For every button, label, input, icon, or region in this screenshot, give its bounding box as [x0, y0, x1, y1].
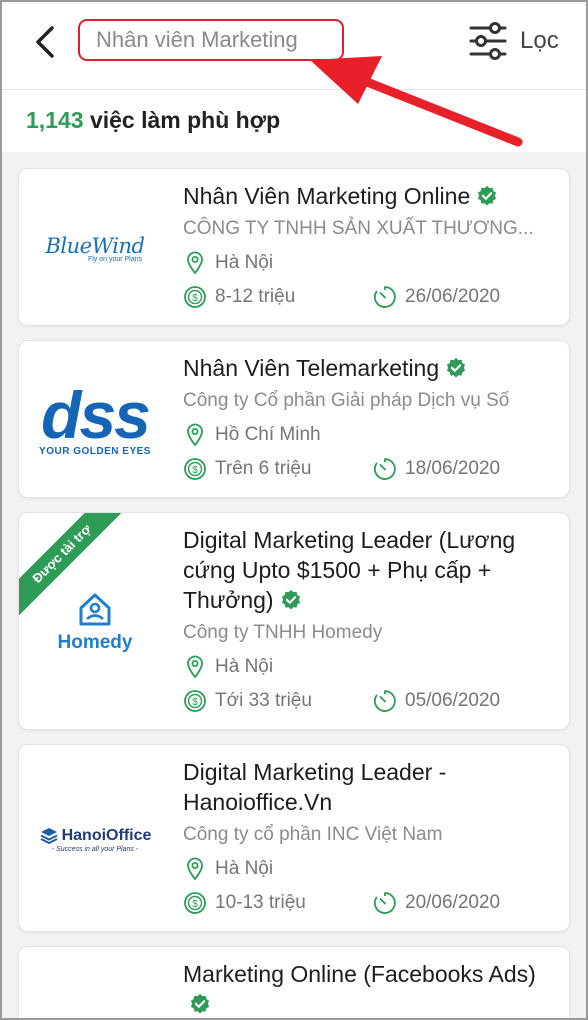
job-location: Hà Nội	[215, 656, 274, 677]
logo-text: BlueWind	[45, 233, 145, 258]
job-salary: 10-13 triệu	[215, 892, 306, 913]
back-button[interactable]	[26, 22, 64, 62]
job-title[interactable]: Nhân Viên Telemarketing	[183, 353, 557, 383]
homedy-house-icon	[79, 593, 111, 625]
job-title[interactable]: Marketing Online (Facebooks Ads)	[183, 959, 557, 1019]
job-deadline: 26/06/2020	[405, 286, 501, 307]
logo-text: Homedy	[57, 631, 133, 653]
company-logo-hanoioffice: HanoiOffice - Success in all your Plans …	[19, 745, 171, 931]
job-salary: 8-12 triệu	[215, 286, 296, 307]
svg-text:$: $	[192, 465, 198, 476]
location-row: Hà Nội	[183, 856, 557, 882]
job-title[interactable]: Digital Marketing Leader (Lương cứng Upt…	[183, 525, 557, 615]
job-card[interactable]: BlueWind Fly on your Plans Nhân Viên Mar…	[18, 168, 570, 326]
money-icon: $	[184, 458, 206, 480]
job-card-sponsored[interactable]: Được tài trợ Homedy Digital Marketing Le…	[18, 512, 570, 730]
job-location: Hồ Chí Minh	[215, 424, 321, 445]
job-card[interactable]: Marketing Online (Facebooks Ads)	[18, 946, 570, 1020]
company-name: Công ty cổ phần INC Việt Nam	[183, 824, 443, 845]
logo-tagline: - Success in all your Plans -	[51, 845, 139, 853]
company-name: CÔNG TY TNHH SẢN XUẤT THƯƠNG...	[183, 218, 534, 239]
company-name: Công ty TNHH Homedy	[183, 622, 383, 643]
map-pin-icon	[187, 655, 203, 679]
annotation-arrow	[310, 56, 523, 147]
logo-tagline: Fly on your Plans	[87, 255, 143, 263]
location-row: Hồ Chí Minh	[183, 422, 557, 448]
verified-check-icon	[190, 993, 210, 1014]
chevron-left-icon	[36, 26, 54, 58]
verified-check-icon	[447, 357, 466, 378]
money-icon: $	[184, 690, 206, 712]
location-row: Hà Nội	[183, 654, 557, 680]
money-icon: $	[184, 892, 206, 914]
result-count-number: 1,143	[26, 107, 84, 133]
map-pin-icon	[187, 251, 203, 275]
logo-text: dss	[41, 377, 151, 452]
logo-tagline: YOUR GOLDEN EYES	[39, 445, 151, 457]
deadline-clock-icon	[373, 892, 396, 914]
location-row: Hà Nội	[183, 250, 557, 276]
deadline-clock-icon	[373, 458, 396, 480]
logo-text: HanoiOffice	[61, 826, 152, 844]
salary-date-row: $ Trên 6 triệu 18/06/2020	[183, 456, 557, 482]
salary-date-row: $ Tới 33 triệu 05/06/2020	[183, 688, 557, 714]
job-salary: Tới 33 triệu	[215, 690, 312, 711]
job-title[interactable]: Nhân Viên Marketing Online	[183, 181, 557, 211]
salary-date-row: $10-13 triệu 20/06/2020	[183, 890, 557, 916]
map-pin-icon	[187, 857, 203, 881]
company-logo-dss: dss YOUR GOLDEN EYES	[19, 341, 171, 497]
salary-date-row: $8-12 triệu 26/06/2020	[183, 284, 557, 310]
job-deadline: 18/06/2020	[405, 458, 501, 479]
company-logo-bluewind: BlueWind Fly on your Plans	[19, 169, 171, 325]
job-location: Hà Nội	[215, 858, 274, 879]
verified-check-icon	[281, 589, 300, 610]
job-title[interactable]: Digital Marketing Leader - Hanoioffice.V…	[183, 757, 557, 817]
hanoioffice-layers-icon	[40, 827, 58, 844]
deadline-clock-icon	[373, 286, 396, 308]
company-name: Công ty Cổ phần Giải pháp Dịch vụ Số	[183, 390, 510, 411]
job-deadline: 20/06/2020	[405, 892, 501, 913]
svg-text:$: $	[192, 899, 198, 910]
job-salary: Trên 6 triệu	[215, 458, 312, 479]
svg-text:$: $	[192, 697, 198, 708]
result-count-label: việc làm phù hợp	[83, 107, 281, 133]
job-card[interactable]: dss YOUR GOLDEN EYES Nhân Viên Telemarke…	[18, 340, 570, 498]
svg-text:$: $	[192, 293, 198, 304]
verified-check-icon	[478, 185, 497, 206]
company-logo-homedy: Homedy	[19, 513, 171, 729]
map-pin-icon	[187, 423, 203, 447]
money-icon: $	[184, 286, 206, 308]
job-deadline: 05/06/2020	[405, 690, 501, 711]
job-card[interactable]: HanoiOffice - Success in all your Plans …	[18, 744, 570, 932]
deadline-clock-icon	[373, 690, 396, 712]
job-location: Hà Nội	[215, 252, 274, 273]
